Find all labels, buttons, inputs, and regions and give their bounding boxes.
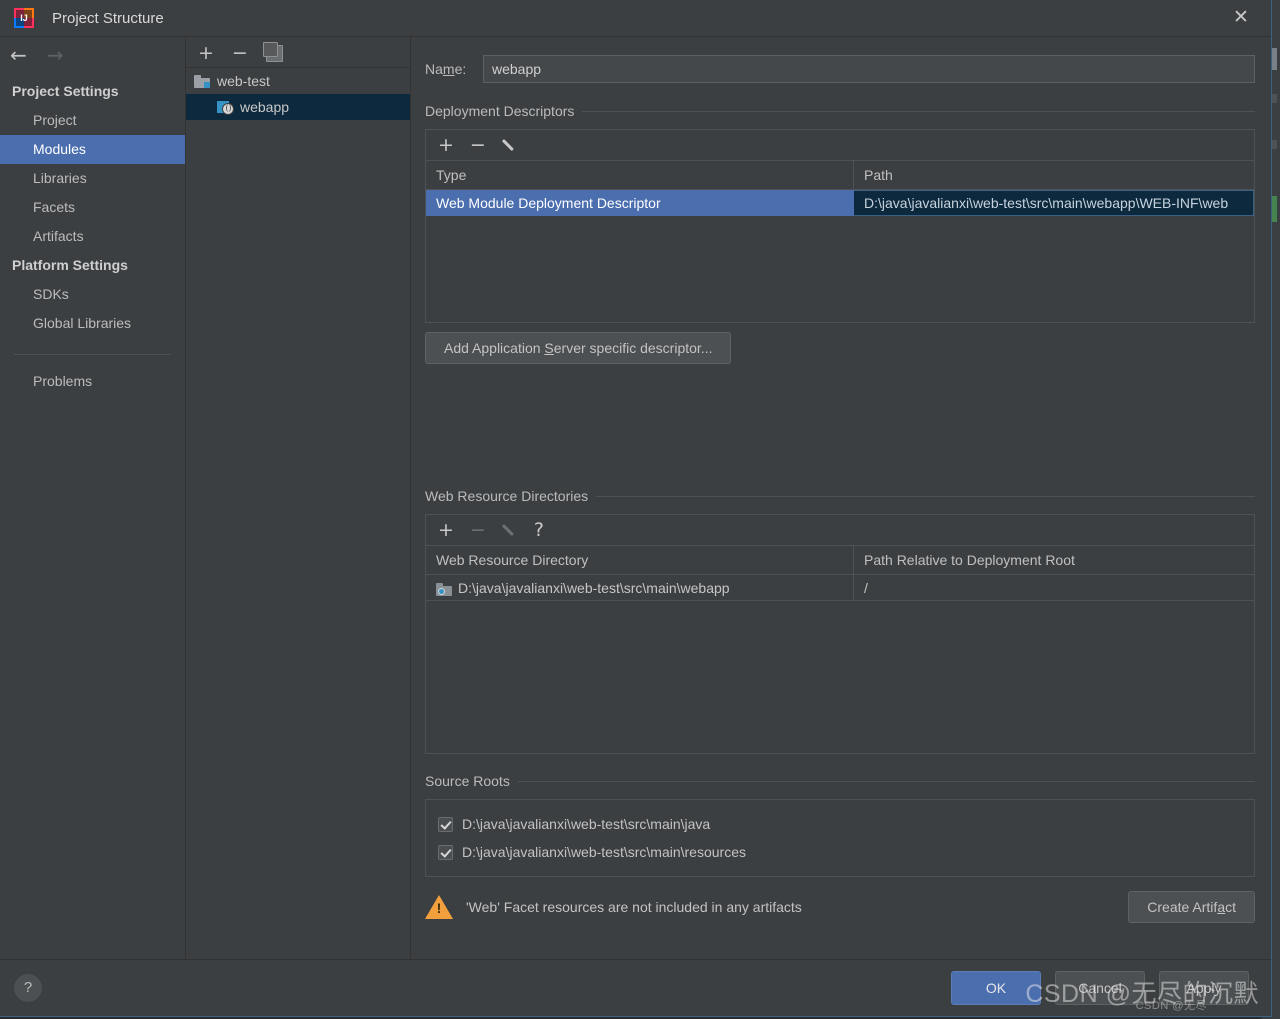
sidebar-item-facets[interactable]: Facets (0, 193, 185, 222)
module-name-input[interactable] (483, 55, 1255, 83)
tree-item-label: web-test (217, 73, 270, 89)
web-resource-directories-body: D:\java\javalianxi\web-test\src\main\web… (426, 575, 1254, 753)
column-header-web-resource-directory[interactable]: Web Resource Directory (426, 546, 854, 574)
cell-type: Web Module Deployment Descriptor (426, 190, 854, 216)
cell-web-resource-directory: D:\java\javalianxi\web-test\src\main\web… (426, 575, 854, 601)
sidebar-item-artifacts[interactable]: Artifacts (0, 222, 185, 251)
module-name-row: Name: (425, 54, 1255, 84)
add-application-server-descriptor-button[interactable]: Add Application Server specific descript… (425, 332, 732, 364)
section-label: Deployment Descriptors (425, 103, 575, 119)
checkbox-checked-icon[interactable] (438, 844, 453, 860)
column-header-path-relative[interactable]: Path Relative to Deployment Root (854, 546, 1254, 574)
cell-text: D:\java\javalianxi\web-test\src\main\web… (458, 580, 730, 596)
table-row[interactable]: Web Module Deployment Descriptor D:\java… (426, 190, 1254, 216)
section-label: Web Resource Directories (425, 488, 589, 504)
sidebar-item-list: Project Settings Project Modules Librari… (0, 69, 185, 396)
add-module-icon[interactable]: + (198, 43, 214, 63)
module-tree-panel: + − web-test webapp (186, 37, 411, 959)
dialog-footer: ? OK Cancel Apply CSDN @无尽的沉默 CSDN @无尽 (0, 959, 1271, 1016)
deployment-descriptors-body: Web Module Deployment Descriptor D:\java… (426, 190, 1254, 322)
remove-module-icon[interactable]: − (232, 43, 248, 63)
source-root-label: D:\java\javalianxi\web-test\src\main\jav… (462, 816, 711, 832)
settings-sidebar: ← → Project Settings Project Modules Lib… (0, 37, 186, 959)
add-server-descriptor-row: Add Application Server specific descript… (425, 332, 1255, 364)
deployment-descriptors-table: + − Type Path Web Module Deployment Desc… (425, 129, 1255, 323)
tree-item-webapp[interactable]: webapp (186, 94, 410, 120)
sidebar-group-platform-settings: Platform Settings (12, 257, 128, 273)
sidebar-history-controls: ← → (0, 41, 185, 69)
source-roots-list: D:\java\javalianxi\web-test\src\main\jav… (425, 799, 1255, 877)
table-row[interactable]: D:\java\javalianxi\web-test\src\main\web… (426, 575, 1254, 601)
edit-web-resource-icon (502, 522, 518, 538)
sidebar-item-libraries[interactable]: Libraries (0, 164, 185, 193)
source-root-item[interactable]: D:\java\javalianxi\web-test\src\main\jav… (426, 810, 1254, 838)
facet-warning-row: 'Web' Facet resources are not included i… (425, 891, 1255, 923)
sidebar-group-project-settings: Project Settings (12, 83, 119, 99)
web-resource-directories-section-header: Web Resource Directories (425, 487, 1255, 505)
module-name-label: Name: (425, 61, 467, 77)
add-web-resource-icon[interactable]: + (438, 520, 454, 540)
remove-descriptor-icon[interactable]: − (470, 135, 486, 155)
deployment-descriptors-section-header: Deployment Descriptors (425, 102, 1255, 120)
help-button[interactable]: ? (14, 974, 42, 1002)
create-artifact-button[interactable]: Create Artifact (1128, 891, 1255, 923)
deployment-descriptors-toolbar: + − (426, 130, 1254, 161)
sidebar-item-problems[interactable]: Problems (0, 367, 185, 396)
tree-item-label: webapp (240, 99, 290, 115)
ok-button[interactable]: OK (951, 971, 1041, 1005)
web-resource-directories-toolbar: + − ? (426, 515, 1254, 546)
source-root-label: D:\java\javalianxi\web-test\src\main\res… (462, 844, 746, 860)
source-roots-section-header: Source Roots (425, 772, 1255, 790)
sidebar-divider (14, 354, 171, 355)
add-descriptor-icon[interactable]: + (438, 135, 454, 155)
logo-text: IJ (16, 10, 32, 26)
section-rule (582, 110, 1255, 112)
dialog-titlebar: IJ Project Structure ✕ (0, 0, 1271, 36)
dialog-action-buttons: OK Cancel Apply (951, 971, 1249, 1005)
section-label: Source Roots (425, 773, 510, 789)
tree-item-web-test[interactable]: web-test (186, 68, 410, 94)
edit-descriptor-icon[interactable] (502, 137, 518, 153)
section-rule (596, 495, 1255, 497)
source-root-item[interactable]: D:\java\javalianxi\web-test\src\main\res… (426, 838, 1254, 866)
forward-arrow-icon[interactable]: → (47, 45, 64, 65)
cell-relative-path: / (854, 575, 1254, 601)
sidebar-item-global-libraries[interactable]: Global Libraries (0, 309, 185, 338)
back-arrow-icon[interactable]: ← (10, 45, 27, 65)
cancel-button[interactable]: Cancel (1055, 971, 1145, 1005)
web-directory-icon (436, 583, 452, 596)
folder-icon (194, 74, 210, 88)
sidebar-item-project[interactable]: Project (0, 106, 185, 135)
remove-web-resource-icon: − (469, 518, 486, 541)
checkbox-checked-icon[interactable] (438, 816, 453, 832)
sidebar-item-modules[interactable]: Modules (0, 135, 185, 164)
web-resource-directories-header-row: Web Resource Directory Path Relative to … (426, 546, 1254, 575)
copy-module-icon[interactable] (262, 41, 283, 62)
web-module-icon (217, 100, 234, 115)
warning-triangle-icon (425, 895, 453, 919)
module-tree-rows: web-test webapp (186, 68, 410, 120)
cell-path: D:\java\javalianxi\web-test\src\main\web… (854, 190, 1254, 216)
close-icon[interactable]: ✕ (1229, 6, 1253, 30)
warning-message: 'Web' Facet resources are not included i… (466, 899, 802, 915)
project-structure-dialog: IJ Project Structure ✕ ← → Project Setti… (0, 0, 1272, 1017)
deployment-descriptors-header-row: Type Path (426, 161, 1254, 190)
module-tree-toolbar: + − (186, 39, 410, 68)
section-rule (517, 780, 1255, 782)
column-header-type[interactable]: Type (426, 161, 854, 189)
dialog-body: ← → Project Settings Project Modules Lib… (0, 36, 1271, 959)
column-header-path[interactable]: Path (854, 161, 1254, 189)
intellij-logo-icon: IJ (14, 8, 34, 28)
help-icon[interactable]: ? (534, 520, 544, 540)
sidebar-item-sdks[interactable]: SDKs (0, 280, 185, 309)
module-settings-content: Name: Deployment Descriptors + − Type Pa… (411, 37, 1271, 959)
web-resource-directories-table: + − ? Web Resource Directory Path Relati… (425, 514, 1255, 754)
dialog-title: Project Structure (52, 9, 164, 27)
apply-button[interactable]: Apply (1159, 971, 1249, 1005)
